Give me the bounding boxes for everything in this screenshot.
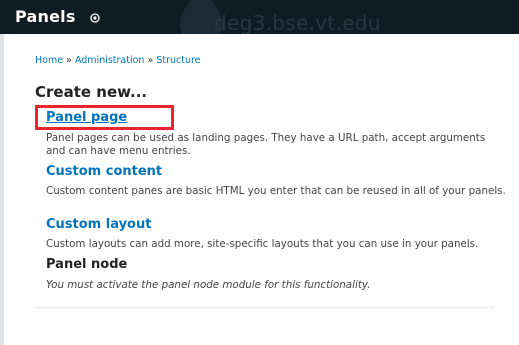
add-shortcut-icon[interactable] [90,13,100,23]
panel-page-link[interactable]: Panel page [46,110,127,125]
breadcrumb-administration[interactable]: Administration [75,55,145,66]
panel-page-description: Panel pages can be used as landing pages… [46,132,486,157]
breadcrumb-separator: » [147,55,154,66]
toolbar-header: Panels deg3.bse.vt.edu [0,0,519,34]
custom-content-description: Custom content panes are basic HTML you … [46,185,506,197]
custom-layout-link[interactable]: Custom layout [46,217,151,232]
breadcrumb-structure[interactable]: Structure [156,55,200,66]
breadcrumb-home[interactable]: Home [35,55,63,66]
custom-content-link[interactable]: Custom content [46,164,162,179]
panel-node-description: You must activate the panel node module … [46,279,371,291]
custom-layout-description: Custom layouts can add more, site-specif… [46,238,479,250]
page-title: Create new... [35,83,148,101]
content-divider [35,307,494,308]
breadcrumb-separator: » [66,55,72,66]
breadcrumb: Home » Administration » Structure [35,55,201,66]
panel-node-title: Panel node [46,257,128,272]
site-name[interactable]: deg3.bse.vt.edu [214,11,381,34]
left-sidebar-edge [0,34,4,345]
page-header-title: Panels [15,7,76,26]
